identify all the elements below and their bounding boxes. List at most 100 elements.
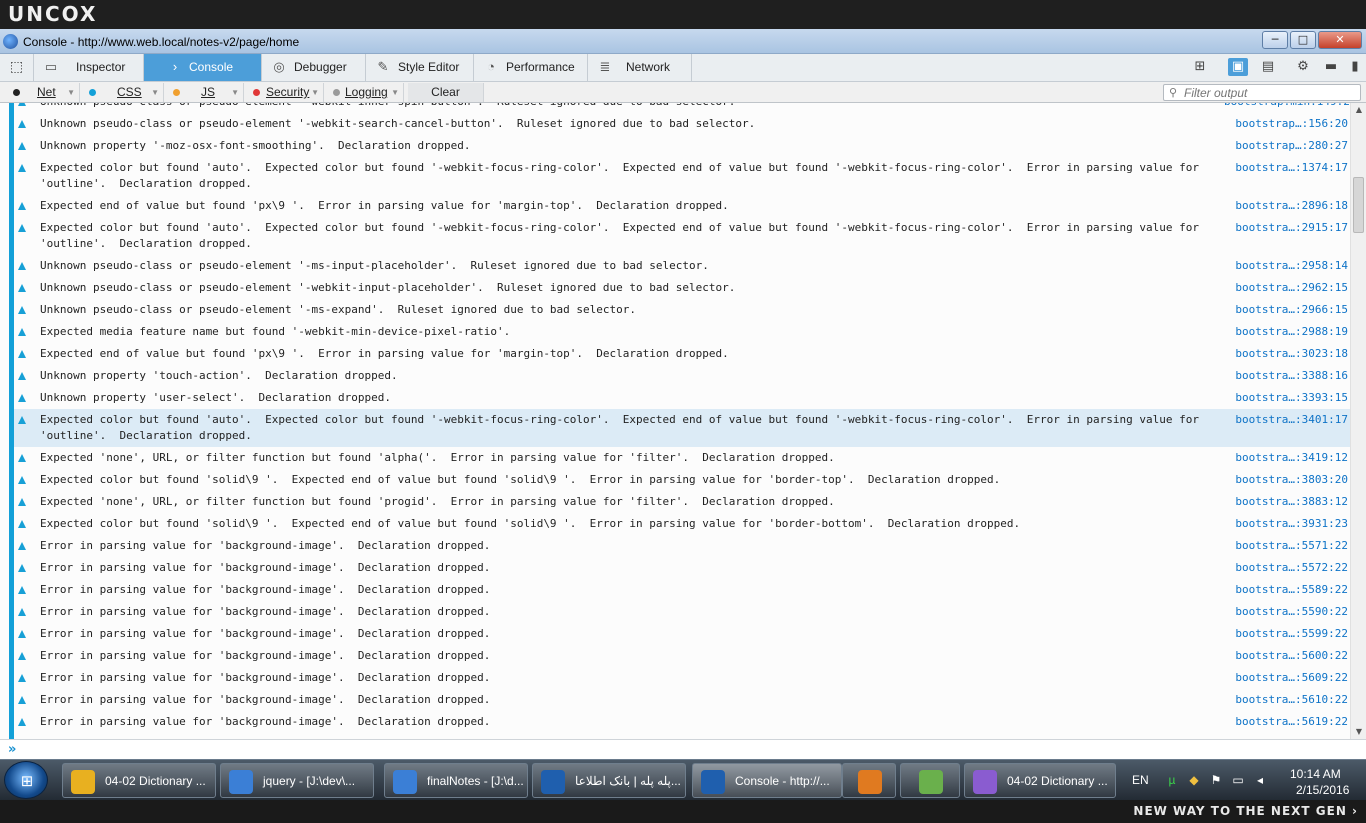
message-source-link[interactable]: bootstra…:2958:14 — [1224, 258, 1348, 274]
language-indicator[interactable]: EN — [1132, 773, 1149, 787]
clock-date[interactable]: 2/15/2016 — [1296, 783, 1349, 797]
message-source-link[interactable]: bootstra…:5610:22 — [1224, 692, 1348, 708]
network-status-icon[interactable]: ◆ — [1186, 772, 1202, 788]
console-message[interactable]: Expected color but found 'solid\9 '. Exp… — [14, 513, 1350, 535]
tab-style-editor[interactable]: ✎ Style Editor — [366, 54, 474, 81]
filter-css-button[interactable]: CSS ▼ — [80, 83, 164, 102]
console-message[interactable]: Error in parsing value for 'background-i… — [14, 557, 1350, 579]
message-source-link[interactable]: bootstra…:2966:15 — [1224, 302, 1348, 318]
console-message[interactable]: Unknown property 'user-select'. Declarat… — [14, 387, 1350, 409]
close-toolbox-icon[interactable]: ▮ — [1345, 58, 1365, 76]
monitor-icon[interactable]: ▭ — [1230, 772, 1246, 788]
split-console-icon[interactable]: ⊞ — [1190, 58, 1210, 76]
clear-button[interactable]: Clear — [408, 83, 484, 102]
dock-side-icon[interactable]: ▬ — [1321, 58, 1341, 76]
message-source-link[interactable]: bootstra…:5572:22 — [1224, 560, 1348, 576]
taskbar-button[interactable]: finalNotes - [J:\d... — [384, 763, 528, 798]
console-message[interactable]: Expected end of value but found 'px\9 '.… — [14, 343, 1350, 365]
console-message[interactable]: Unknown pseudo-class or pseudo-element '… — [14, 299, 1350, 321]
scroll-up-icon[interactable]: ▲ — [1351, 103, 1366, 117]
scratchpad-icon[interactable]: ▤ — [1258, 58, 1278, 76]
message-source-link[interactable]: bootstrap…:280:27 — [1224, 138, 1348, 154]
console-message[interactable]: Error in parsing value for 'background-i… — [14, 623, 1350, 645]
filter-net-button[interactable]: Net ▼ — [4, 83, 80, 102]
message-source-link[interactable]: bootstra…:5590:22 — [1224, 604, 1348, 620]
command-input[interactable] — [22, 742, 1352, 758]
tab-debugger[interactable]: ◎ Debugger — [262, 54, 366, 81]
tab-network[interactable]: ≣ Network — [588, 54, 692, 81]
taskbar-button[interactable]: 04-02 Dictionary ... — [964, 763, 1116, 798]
tab-console[interactable]: › Console — [144, 54, 262, 81]
console-message[interactable]: Error in parsing value for 'background-i… — [14, 711, 1350, 733]
scrollbar-thumb[interactable] — [1353, 177, 1364, 233]
message-source-link[interactable]: bootstra…:3931:23 — [1224, 516, 1348, 532]
message-source-link[interactable]: bootstra…:3393:15 — [1224, 390, 1348, 406]
message-source-link[interactable]: bootstra…:2988:19 — [1224, 324, 1348, 340]
filter-js-button[interactable]: JS ▼ — [164, 83, 244, 102]
message-source-link[interactable]: bootstra…:2962:15 — [1224, 280, 1348, 296]
console-message[interactable]: Unknown property 'touch-action'. Declara… — [14, 365, 1350, 387]
filter-output-input[interactable] — [1184, 86, 1356, 99]
clock-time[interactable]: 10:14 AM — [1290, 767, 1341, 781]
message-source-link[interactable]: bootstra…:5589:22 — [1224, 582, 1348, 598]
taskbar-button[interactable]: پله پله | بانک اطلاعا... — [532, 763, 686, 798]
message-source-link[interactable]: bootstra…:1374:17 — [1224, 160, 1348, 176]
message-source-link[interactable]: bootstra…:3883:12 — [1224, 494, 1348, 510]
console-message[interactable]: Error in parsing value for 'background-i… — [14, 645, 1350, 667]
console-message[interactable]: Expected end of value but found 'px\9 '.… — [14, 195, 1350, 217]
console-message[interactable]: Expected color but found 'auto'. Expecte… — [14, 157, 1350, 195]
console-message[interactable]: Expected media feature name but found '-… — [14, 321, 1350, 343]
message-source-link[interactable]: bootstrap.min:149:20 — [1224, 103, 1356, 110]
flag-icon[interactable]: ⚑ — [1208, 772, 1224, 788]
message-source-link[interactable]: bootstra…:2896:18 — [1224, 198, 1348, 214]
taskbar-button[interactable] — [842, 763, 896, 798]
message-source-link[interactable]: bootstra…:5600:22 — [1224, 648, 1348, 664]
gear-icon[interactable]: ⚙ — [1293, 58, 1313, 76]
console-message[interactable]: Expected 'none', URL, or filter function… — [14, 491, 1350, 513]
console-message[interactable]: Expected 'none', URL, or filter function… — [14, 447, 1350, 469]
scroll-down-icon[interactable]: ▼ — [1351, 725, 1366, 739]
taskbar-button[interactable]: Console - http://... — [692, 763, 842, 798]
message-source-link[interactable]: bootstra…:5599:22 — [1224, 626, 1348, 642]
console-message[interactable]: Error in parsing value for 'background-i… — [14, 535, 1350, 557]
start-button[interactable]: ⊞ — [4, 761, 48, 799]
taskbar-button[interactable] — [900, 763, 960, 798]
close-button[interactable]: ✕ — [1318, 31, 1362, 49]
console-message[interactable]: Expected color but found 'solid\9 '. Exp… — [14, 469, 1350, 491]
message-source-link[interactable]: bootstra…:3023:18 — [1224, 346, 1348, 362]
message-source-link[interactable]: bootstra…:3803:20 — [1224, 472, 1348, 488]
console-message[interactable]: Expected color but found 'auto'. Expecte… — [14, 217, 1350, 255]
console-message[interactable]: Unknown pseudo-class or pseudo-element '… — [14, 255, 1350, 277]
filter-output-field[interactable]: ⚲ — [1163, 84, 1361, 101]
maximize-button[interactable]: □ — [1290, 31, 1316, 49]
taskbar-button[interactable]: jquery - [J:\dev\... — [220, 763, 374, 798]
message-source-link[interactable]: bootstra…:3401:17 — [1224, 412, 1348, 428]
message-source-link[interactable]: bootstra…:5571:22 — [1224, 538, 1348, 554]
tab-inspector[interactable]: ▭ Inspector — [34, 54, 144, 81]
console-message[interactable]: Unknown pseudo-class or pseudo-element '… — [14, 113, 1350, 135]
console-message[interactable]: Error in parsing value for 'background-i… — [14, 689, 1350, 711]
element-picker-icon[interactable]: ⬚ — [0, 54, 34, 81]
tab-performance[interactable]: ◔ Performance — [474, 54, 588, 81]
utorrent-icon[interactable]: µ — [1164, 772, 1180, 788]
minimize-button[interactable]: ─ — [1262, 31, 1288, 49]
taskbar-button[interactable]: 04-02 Dictionary ... — [62, 763, 216, 798]
message-source-link[interactable]: bootstra…:5619:22 — [1224, 714, 1348, 730]
filter-security-button[interactable]: Security ▼ — [244, 83, 324, 102]
console-message[interactable]: Error in parsing value for 'background-i… — [14, 579, 1350, 601]
message-source-link[interactable]: bootstra…:3388:16 — [1224, 368, 1348, 384]
console-message[interactable]: Error in parsing value for 'background-i… — [14, 601, 1350, 623]
message-source-link[interactable]: bootstra…:3419:12 — [1224, 450, 1348, 466]
filter-logging-button[interactable]: Logging ▼ — [324, 83, 404, 102]
console-output[interactable]: Unknown pseudo-class or pseudo-element '… — [0, 103, 1366, 739]
message-source-link[interactable]: bootstra…:5609:22 — [1224, 670, 1348, 686]
volume-icon[interactable]: ◂ — [1252, 772, 1268, 788]
console-message[interactable]: Unknown pseudo-class or pseudo-element '… — [14, 277, 1350, 299]
console-message[interactable]: Unknown property '-moz-osx-font-smoothin… — [14, 135, 1350, 157]
console-message[interactable]: Expected color but found 'auto'. Expecte… — [14, 409, 1350, 447]
responsive-design-icon[interactable]: ▣ — [1228, 58, 1248, 76]
console-message[interactable]: Unknown pseudo-class or pseudo-element '… — [14, 103, 1356, 113]
console-message[interactable]: Error in parsing value for 'background-i… — [14, 667, 1350, 689]
vertical-scrollbar[interactable]: ▲ ▼ — [1350, 103, 1366, 739]
message-source-link[interactable]: bootstra…:2915:17 — [1224, 220, 1348, 236]
